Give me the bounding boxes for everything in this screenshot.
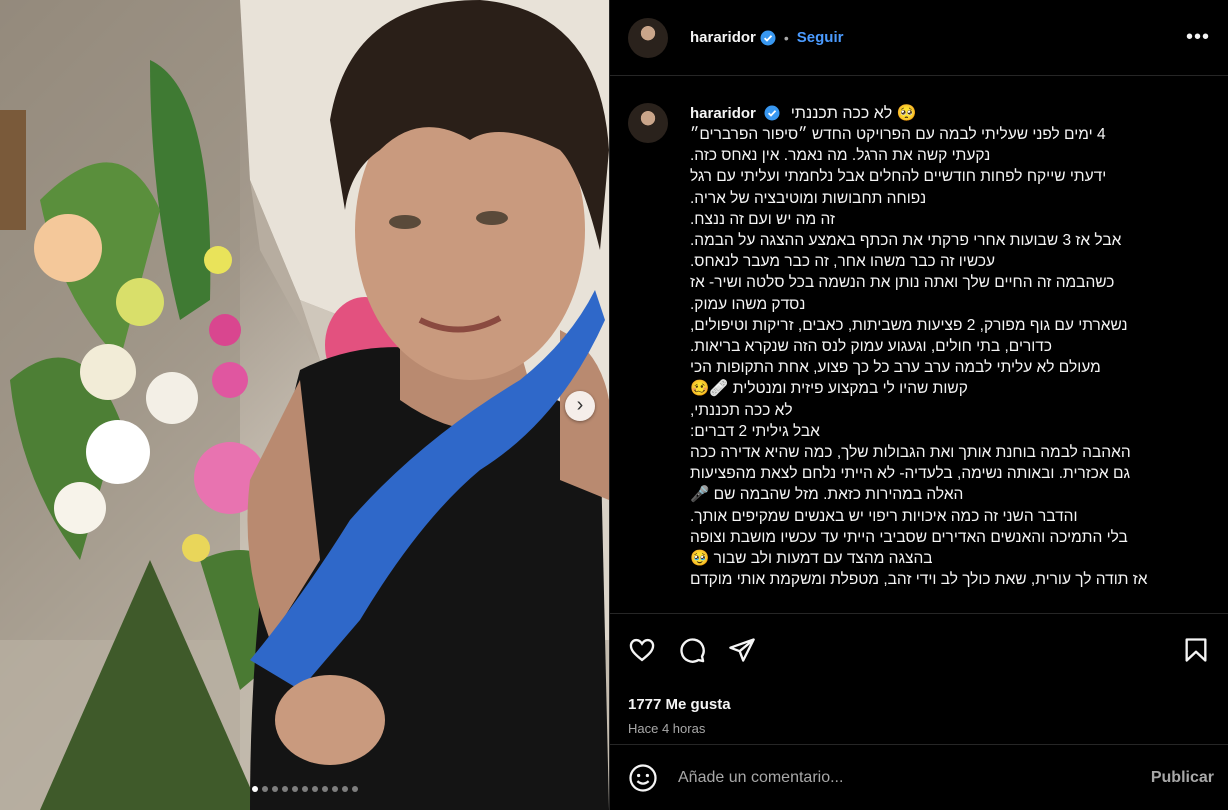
caption-line: נשארתי עם גוף מפורק, 2 פציעות משביתות, כ… xyxy=(690,316,1128,334)
caption-line: בלי התמיכה והאנשים האדירים שסביבי הייתי … xyxy=(690,528,1128,546)
caption-line: אבל אז 3 שבועות אחרי פרקתי את הכתף באמצע… xyxy=(690,232,1122,250)
verified-badge-icon xyxy=(760,30,776,45)
comment-icon[interactable] xyxy=(678,636,706,664)
caption-username[interactable]: hararidor xyxy=(690,105,756,122)
post-timestamp[interactable]: Hace 4 horas xyxy=(628,721,1210,736)
comment-input[interactable] xyxy=(678,768,1151,787)
post-side-panel: hararidor • Seguir ••• hararidor לא ככה … xyxy=(609,0,1228,810)
caption-line: ידעתי שייקח לפחות חודשיים להחלים אבל נלח… xyxy=(690,168,1107,186)
carousel-next-button[interactable]: › xyxy=(565,391,595,421)
caption-text: 4 ימים לפני שעליתי לבמה עם הפרויקט החדש … xyxy=(690,124,1210,590)
caption-line: האלה במהירות כזאת. מזל שהבמה שם 🎤 xyxy=(690,486,964,504)
more-options-icon[interactable]: ••• xyxy=(1186,26,1210,49)
carousel-dot xyxy=(271,786,278,792)
carousel-dot xyxy=(291,786,298,792)
likes-count[interactable]: 1777 Me gusta xyxy=(628,696,1210,713)
bookmark-icon[interactable] xyxy=(1182,636,1210,664)
caption-line: אז תודה לך עורית, שאת כולך לב וידי זהב, … xyxy=(690,571,1148,589)
caption-line: נפוחה תחבושות ומוטיבציה של אריה. xyxy=(690,189,927,207)
avatar[interactable] xyxy=(628,17,668,58)
emoji-icon[interactable] xyxy=(628,763,658,793)
carousel-dot xyxy=(311,786,318,792)
photo-illustration xyxy=(0,0,609,810)
username-link[interactable]: hararidor xyxy=(690,29,756,46)
share-icon[interactable] xyxy=(728,636,756,664)
carousel-dot xyxy=(301,786,308,792)
post-actions: 1777 Me gusta Hace 4 horas xyxy=(610,613,1228,736)
caption-avatar[interactable] xyxy=(628,103,668,143)
post-photo[interactable]: › xyxy=(0,0,609,810)
comment-bar: Publicar xyxy=(610,744,1228,810)
caption-line: כשהבמה זה החיים שלך ואתה נותן את הנשמה ב… xyxy=(690,274,1115,292)
caption-line: והדבר השני זה כמה איכויות ריפוי יש באנשי… xyxy=(690,507,1078,525)
carousel-dot xyxy=(331,786,338,792)
caption-line: נקעתי קשה את הרגל. מה נאמר. אין נאחס כזה… xyxy=(690,147,991,165)
caption-line: בהצגה מהצד עם דמעות ולב שבור 🥹 xyxy=(690,550,933,568)
publish-button[interactable]: Publicar xyxy=(1151,769,1214,787)
carousel-dot xyxy=(281,786,288,792)
caption-line: כדורים, בתי חולים, וגעגוע עמוק לנס הזה ש… xyxy=(690,338,1053,356)
caption-title: לא ככה תכננתי 🥺 xyxy=(790,105,917,122)
carousel-dot xyxy=(261,786,268,792)
caption-line: זה מה יש ועם זה ננצח. xyxy=(690,210,835,228)
caption-line: נסדק משהו עמוק. xyxy=(690,295,806,313)
caption-line: האהבה לבמה בוחנת אותך ואת הגבולות שלך, כ… xyxy=(690,444,1131,462)
separator: • xyxy=(783,29,789,46)
caption-line: לא ככה תכננתי, xyxy=(690,401,793,419)
carousel-dot xyxy=(251,786,258,792)
caption-line: מעולם לא עליתי לבמה ערב ערב כל כך פצוע, … xyxy=(690,359,1101,377)
carousel-dot xyxy=(341,786,348,792)
post-header: hararidor • Seguir ••• xyxy=(610,0,1228,76)
caption-line: 4 ימים לפני שעליתי לבמה עם הפרויקט החדש … xyxy=(690,126,1106,143)
carousel-dot xyxy=(351,786,358,792)
caption-section: hararidor לא ככה תכננתי 🥺 4 ימים לפני שע… xyxy=(610,77,1228,613)
carousel-indicator xyxy=(0,786,609,792)
caption-line: קשות שהיו לי במקצוע פיזית ומנטלית 🩹🥴 xyxy=(690,380,968,398)
follow-button[interactable]: Seguir xyxy=(797,29,844,46)
carousel-dot xyxy=(321,786,328,792)
caption-line: גם אכזרית. ובאותה נשימה, בלעדיה- לא היית… xyxy=(690,465,1131,483)
caption-line: עכשיו זה כבר משהו אחר, זה כבר מעבר לנאחס… xyxy=(690,253,995,271)
caption-line: אבל גיליתי 2 דברים: xyxy=(690,422,820,440)
heart-icon[interactable] xyxy=(628,636,656,664)
verified-badge-icon xyxy=(764,105,780,121)
